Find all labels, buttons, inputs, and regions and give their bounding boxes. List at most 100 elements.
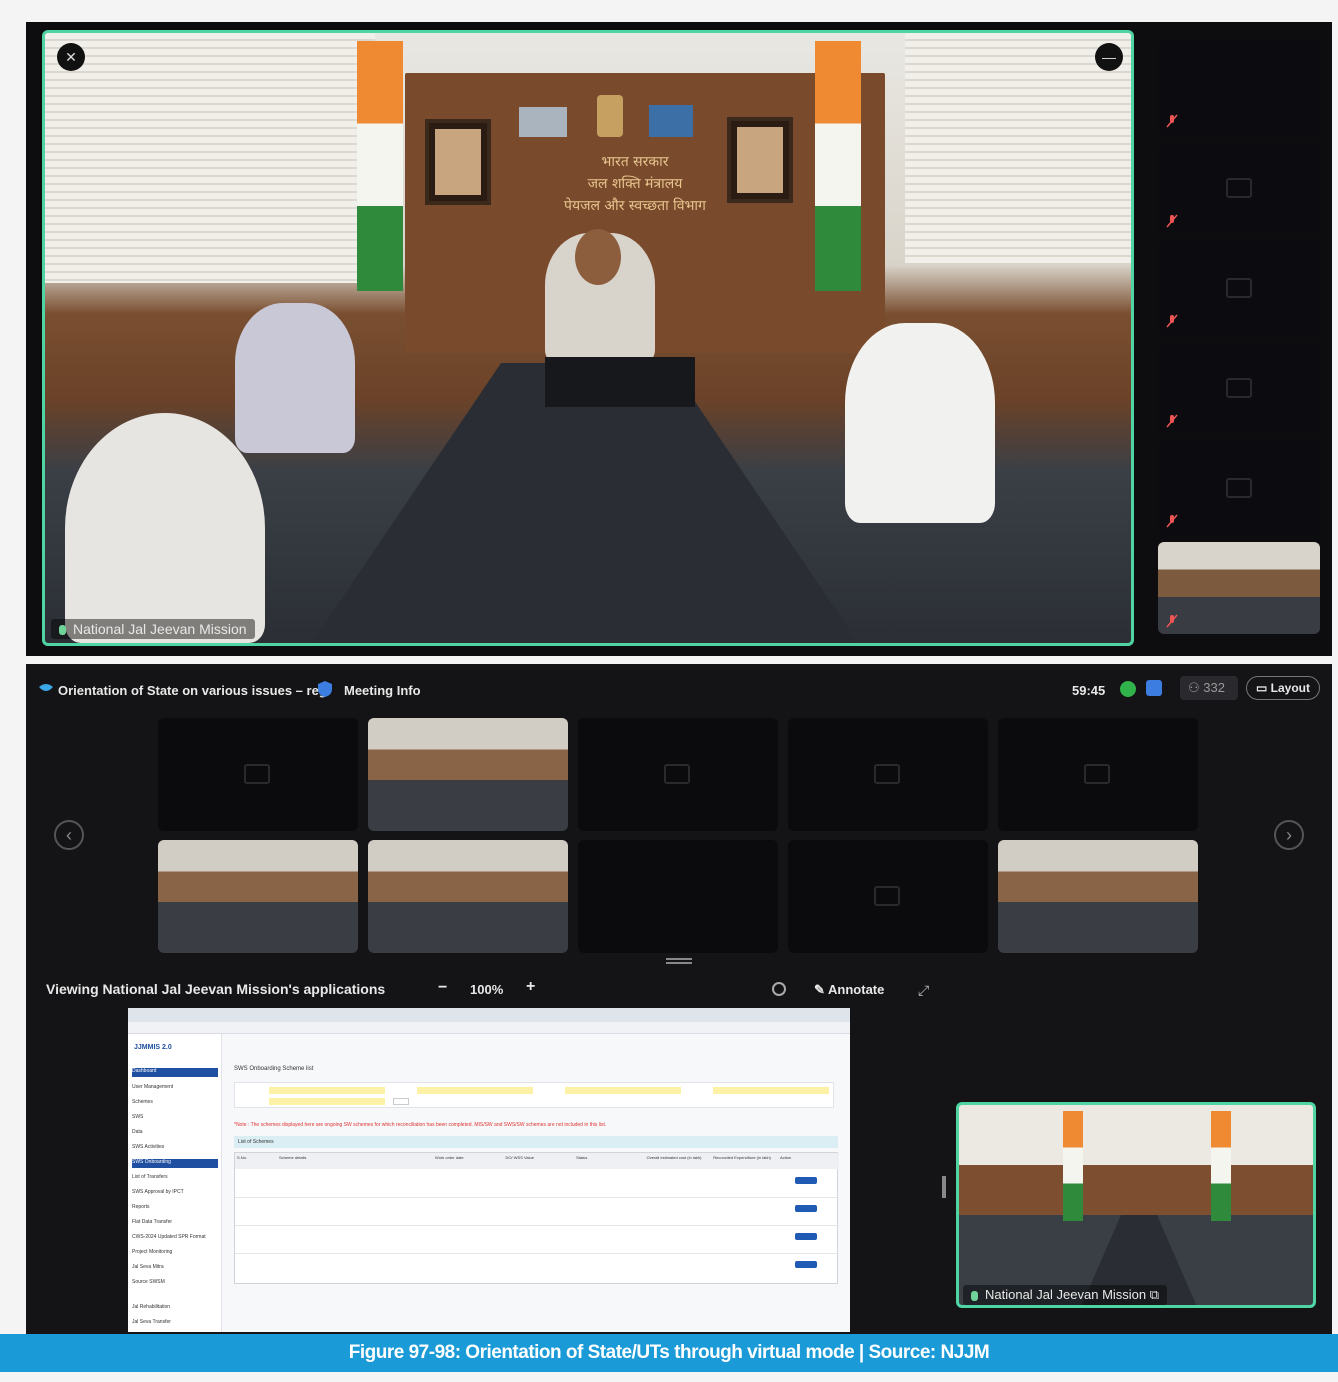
table-row-divider <box>235 1197 839 1198</box>
camera-off-icon <box>1226 178 1252 198</box>
sidebar-item-dashboard[interactable]: Dashboard <box>132 1068 218 1077</box>
zoom-out-button[interactable]: − <box>438 979 447 997</box>
details-button[interactable] <box>795 1205 817 1212</box>
presiding-officer-head <box>575 229 621 285</box>
sidebar-item-user-management[interactable]: User Management <box>132 1084 218 1093</box>
cost-select[interactable] <box>713 1087 829 1094</box>
participants-button[interactable]: ⚇ 332 <box>1180 676 1238 700</box>
mic-off-icon <box>1166 414 1178 428</box>
splitter-handle[interactable] <box>942 1176 946 1198</box>
sidebar-item-source[interactable]: Source SWSM <box>132 1279 218 1288</box>
participant-thumb-1[interactable] <box>1158 42 1320 134</box>
mic-off-icon <box>1166 114 1178 128</box>
grid-tile-8[interactable] <box>578 840 778 953</box>
sidebar-item-cws[interactable]: CWS-2024 Updated SPR Format <box>132 1234 218 1243</box>
participant-thumb-2[interactable] <box>1158 142 1320 234</box>
grid-tile-1[interactable] <box>158 718 358 831</box>
indian-flag-left <box>357 41 403 291</box>
grid-tile-5[interactable] <box>998 718 1198 831</box>
portrait-frame-left <box>425 119 491 205</box>
previous-page-button[interactable]: ‹ <box>54 820 84 850</box>
self-view-name: National Jal Jeevan Mission ⧉ <box>963 1285 1168 1305</box>
layout-label: Layout <box>1270 681 1310 695</box>
details-button[interactable] <box>795 1233 817 1240</box>
annotate-label: Annotate <box>828 982 885 997</box>
grid-tile-9[interactable] <box>788 840 988 953</box>
pen-icon: ✎ <box>814 982 829 997</box>
camera-off-icon <box>244 764 270 784</box>
window-blinds-left <box>45 33 375 283</box>
main-speaker-video[interactable]: भारत सरकार जल शक्ति मंत्रालय पेयजल और स्… <box>42 30 1134 646</box>
sidebar-item-schemes[interactable]: Schemes <box>132 1099 218 1108</box>
grid-tile-10[interactable] <box>998 840 1198 953</box>
column-header: DO/ WSS Value <box>505 1155 534 1160</box>
resize-handle[interactable] <box>666 958 692 964</box>
sidebar-item-seva-transfer[interactable]: Jal Seva Transfer <box>132 1319 218 1328</box>
grid-tile-4[interactable] <box>788 718 988 831</box>
app-icon[interactable] <box>1146 680 1162 696</box>
participant-thumb-5[interactable] <box>1158 442 1320 534</box>
fullscreen-icon[interactable]: ⤢ <box>918 982 929 999</box>
sidebar-item-reports[interactable]: Reports <box>132 1204 218 1213</box>
self-view-name-text: National Jal Jeevan Mission <box>985 1287 1147 1302</box>
pin-icon[interactable]: ✕ <box>57 43 85 71</box>
amount-select[interactable] <box>269 1098 385 1105</box>
sidebar-item-jal-seva-mitra[interactable]: Jal Seva Mitra <box>132 1264 218 1273</box>
state-select[interactable] <box>269 1087 385 1094</box>
grid-tile-2[interactable] <box>368 718 568 831</box>
grid-tile-3[interactable] <box>578 718 778 831</box>
indian-flag-left <box>1063 1111 1083 1221</box>
signage-line-1: भारत सरकार <box>601 154 669 170</box>
details-button[interactable] <box>795 1177 817 1184</box>
layout-button[interactable]: ▭ Layout <box>1246 676 1320 700</box>
zoom-in-button[interactable]: + <box>526 978 535 996</box>
next-page-button[interactable]: › <box>1274 820 1304 850</box>
sidebar-item-flat-data[interactable]: Flat Data Transfer <box>132 1219 218 1228</box>
sidebar-item-project-monitoring[interactable]: Project Monitoring <box>132 1249 218 1258</box>
app-sidebar: JJMMIS 2.0 Dashboard User Management Sch… <box>128 1034 222 1332</box>
notice-text: *Note : The schemes displayed here are o… <box>234 1122 607 1128</box>
sidebar-item-sws-activities[interactable]: SWS Activities <box>132 1144 218 1153</box>
participant-thumb-6[interactable] <box>1158 542 1320 634</box>
logo-board <box>649 105 693 137</box>
mic-off-icon <box>1166 214 1178 228</box>
participants-icon: ⚇ <box>1188 680 1204 695</box>
sidebar-item-approval[interactable]: SWS Approval by IPCT <box>132 1189 218 1198</box>
participant-thumb-4[interactable] <box>1158 342 1320 434</box>
shared-screen[interactable]: JJMMIS 2.0 Dashboard User Management Sch… <box>128 1008 850 1332</box>
participant-left-1 <box>235 303 355 453</box>
filter-bar <box>234 1082 834 1108</box>
column-header: Action <box>780 1155 792 1160</box>
self-view-video[interactable]: National Jal Jeevan Mission ⧉ <box>956 1102 1316 1308</box>
camera-off-icon <box>664 764 690 784</box>
sidebar-item-rehabilitation[interactable]: Jal Rehabilitation <box>132 1304 218 1313</box>
grid-tile-6[interactable] <box>158 840 358 953</box>
emblem <box>597 95 623 137</box>
participant-thumb-3[interactable] <box>1158 242 1320 334</box>
year-select[interactable] <box>565 1087 681 1094</box>
webex-logo-icon <box>39 684 53 691</box>
sidebar-item-data[interactable]: Data <box>132 1129 218 1138</box>
annotate-button[interactable]: ✎ Annotate <box>814 982 884 998</box>
sidebar-item-sws-onboarding[interactable]: SWS Onboarding <box>132 1159 218 1168</box>
camera-off-icon <box>874 886 900 906</box>
details-button[interactable] <box>795 1261 817 1268</box>
meeting-info-link[interactable]: Meeting Info <box>344 683 421 698</box>
connection-status-icon <box>1120 681 1136 697</box>
sidebar-item-transfers[interactable]: List of Transfers <box>132 1174 218 1183</box>
schemes-table: S.No. Scheme details Work order date DO/… <box>234 1152 839 1284</box>
room-signage: भारत सरकार जल शक्ति मंत्रालय पेयजल और स्… <box>525 151 745 217</box>
mic-off-icon <box>1166 314 1178 328</box>
more-options-icon[interactable]: — <box>1095 43 1123 71</box>
sidebar-item-sws[interactable]: SWS <box>132 1114 218 1123</box>
mic-off-icon <box>1166 514 1178 528</box>
signage-line-2: जल शक्ति मंत्रालय <box>587 176 683 192</box>
remote-control-icon[interactable] <box>772 982 786 996</box>
figure-caption: Figure 97-98: Orientation of State/UTs t… <box>0 1334 1338 1372</box>
search-button[interactable] <box>393 1098 409 1105</box>
table-row-divider <box>235 1253 839 1254</box>
column-header: S.No. <box>237 1155 248 1160</box>
grid-tile-7[interactable] <box>368 840 568 953</box>
camera-off-icon <box>1226 278 1252 298</box>
agency-select[interactable] <box>417 1087 533 1094</box>
